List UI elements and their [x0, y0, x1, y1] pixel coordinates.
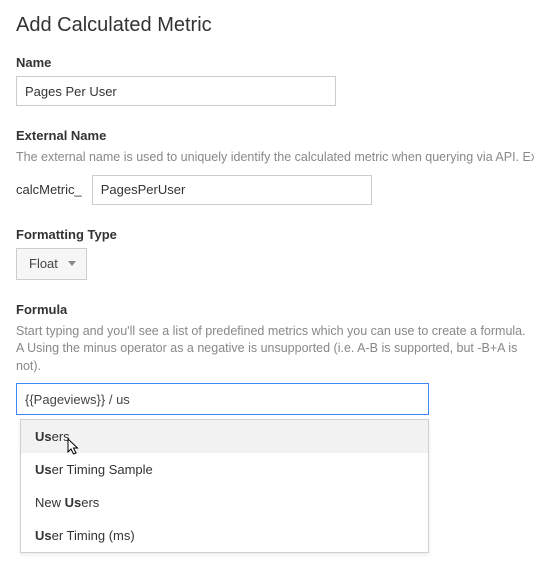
autocomplete-item[interactable]: Users [21, 420, 428, 453]
external-name-section: External Name The external name is used … [16, 128, 534, 205]
autocomplete-item[interactable]: User Timing Sample [21, 453, 428, 486]
autocomplete-item[interactable]: User Timing (ms) [21, 519, 428, 552]
formula-label: Formula [16, 302, 534, 317]
formula-section: Formula Start typing and you'll see a li… [16, 302, 534, 554]
chevron-down-icon [68, 261, 76, 266]
external-name-prefix: calcMetric_ [16, 182, 82, 197]
autocomplete-item[interactable]: New Users [21, 486, 428, 519]
formula-input[interactable] [16, 383, 429, 415]
formatting-type-section: Formatting Type Float [16, 227, 534, 280]
external-name-label: External Name [16, 128, 534, 143]
external-name-help: The external name is used to uniquely id… [16, 149, 534, 167]
name-label: Name [16, 55, 534, 70]
name-section: Name [16, 55, 534, 106]
formula-help: Start typing and you'll see a list of pr… [16, 323, 534, 376]
formula-autocomplete: UsersUser Timing SampleNew UsersUser Tim… [20, 419, 429, 553]
page-title: Add Calculated Metric [16, 14, 534, 37]
formatting-type-select[interactable]: Float [16, 248, 87, 280]
formatting-type-label: Formatting Type [16, 227, 534, 242]
external-name-input[interactable] [92, 175, 372, 205]
formatting-type-value: Float [29, 256, 58, 271]
name-input[interactable] [16, 76, 336, 106]
